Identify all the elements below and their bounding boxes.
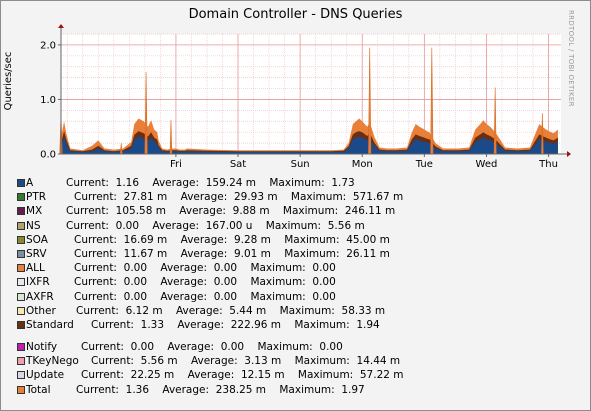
chart-canvas: 0.0 1.0 2.0 Fri Sat Sun Mon Tue Wed Thu: [40, 24, 571, 170]
x-tick-label: Tue: [415, 159, 433, 170]
legend-row: Update Current: 22.25 m Average: 12.15 m …: [17, 368, 577, 382]
legend-row: IXFR Current: 0.00 Average: 0.00 Maximum:…: [17, 275, 577, 289]
legend-stats: Current: 105.58 m Average: 9.88 m Maximu…: [66, 205, 396, 218]
legend-series-name: SRV: [26, 247, 47, 260]
legend-series-name: AXFR: [26, 290, 54, 303]
legend-swatch: [17, 278, 25, 287]
legend-stats: Current: 6.12 m Average: 5.44 m Maximum:…: [76, 304, 386, 317]
legend-series-name: Notify: [26, 341, 58, 354]
y-tick-label: 0.0: [40, 150, 56, 161]
legend-stats: Current: 1.16 Average: 159.24 m Maximum:…: [66, 177, 355, 189]
legend-stats: Current: 1.36 Average: 238.25 m Maximum:…: [76, 383, 365, 396]
legend-row: AXFR Current: 0.00 Average: 0.00 Maximum:…: [17, 290, 577, 304]
legend-swatch: [17, 371, 25, 380]
legend-swatch: [17, 207, 25, 216]
legend-swatch: [17, 306, 25, 315]
legend-swatch: [17, 264, 25, 273]
legend-swatch: [17, 385, 25, 394]
legend-row: Standard Current: 1.33 Average: 222.96 m …: [17, 318, 577, 332]
legend-series-name: Update: [26, 369, 65, 382]
x-tick-label: Wed: [476, 159, 498, 170]
y-tick-label: 1.0: [40, 95, 56, 106]
y-axis-arrow: [58, 24, 64, 28]
y-tick-label: 2.0: [40, 40, 56, 51]
x-tick-label: Thu: [538, 159, 558, 170]
legend-swatch: [17, 357, 25, 366]
legend-swatch: [17, 221, 25, 230]
legend-stats: Current: 0.00 Average: 0.00 Maximum: 0.0…: [81, 341, 343, 354]
legend-spacer: [17, 332, 577, 340]
legend-series-name: SOA: [26, 233, 48, 246]
legend-stats: Current: 1.33 Average: 222.96 m Maximum:…: [91, 318, 380, 331]
x-tick-label: Fri: [170, 159, 182, 170]
legend: A Current: 1.16 Average: 159.24 m Maximum…: [17, 176, 577, 397]
legend-row: MX Current: 105.58 m Average: 9.88 m Maxi…: [17, 204, 577, 218]
legend-series-name: NS: [26, 219, 41, 232]
legend-row: SOA Current: 16.69 m Average: 9.28 m Maxi…: [17, 233, 577, 247]
legend-stats: Current: 5.56 m Average: 3.13 m Maximum:…: [91, 355, 401, 368]
legend-swatch: [17, 292, 25, 301]
x-tick-label: Sun: [291, 159, 310, 170]
legend-swatch: [17, 343, 25, 352]
legend-stats: Current: 0.00 Average: 167.00 u Maximum:…: [66, 219, 365, 232]
legend-swatch: [17, 235, 25, 244]
legend-row: Notify Current: 0.00 Average: 0.00 Maximu…: [17, 340, 577, 354]
legend-swatch: [17, 193, 25, 202]
legend-series-name: A: [26, 177, 34, 189]
x-tick-label: Sat: [230, 159, 246, 170]
legend-series-name: TKeyNego: [26, 355, 79, 368]
legend-series-name: Standard: [26, 318, 74, 331]
legend-series-name: ALL: [26, 262, 45, 275]
legend-row: SRV Current: 11.67 m Average: 9.01 m Maxi…: [17, 247, 577, 261]
legend-series-name: MX: [26, 205, 43, 218]
legend-series-name: Total: [26, 383, 51, 396]
legend-row: PTR Current: 27.81 m Average: 29.93 m Max…: [17, 190, 577, 204]
legend-stats: Current: 0.00 Average: 0.00 Maximum: 0.0…: [74, 262, 336, 275]
legend-swatch: [17, 179, 25, 187]
legend-stats: Current: 22.25 m Average: 12.15 m Maximu…: [81, 369, 404, 382]
legend-stats: Current: 0.00 Average: 0.00 Maximum: 0.0…: [74, 290, 336, 303]
legend-swatch: [17, 320, 25, 329]
legend-stats: Current: 11.67 m Average: 9.01 m Maximum…: [74, 247, 390, 260]
legend-row: Total Current: 1.36 Average: 238.25 m Max…: [17, 383, 577, 397]
x-axis-arrow: [567, 151, 571, 157]
legend-stats: Current: 0.00 Average: 0.00 Maximum: 0.0…: [74, 276, 336, 289]
legend-row: NS Current: 0.00 Average: 167.00 u Maximu…: [17, 219, 577, 233]
legend-stats: Current: 27.81 m Average: 29.93 m Maximu…: [74, 191, 404, 204]
legend-stats: Current: 16.69 m Average: 9.28 m Maximum…: [74, 233, 390, 246]
legend-series-name: Other: [26, 304, 56, 317]
legend-swatch: [17, 249, 25, 258]
legend-row: A Current: 1.16 Average: 159.24 m Maximum…: [17, 176, 577, 190]
legend-row: Other Current: 6.12 m Average: 5.44 m Max…: [17, 304, 577, 318]
x-tick-label: Mon: [352, 159, 373, 170]
legend-row: TKeyNego Current: 5.56 m Average: 3.13 m …: [17, 354, 577, 368]
legend-row: ALL Current: 0.00 Average: 0.00 Maximum: …: [17, 261, 577, 275]
legend-series-name: IXFR: [26, 276, 50, 289]
legend-series-name: PTR: [26, 191, 47, 204]
